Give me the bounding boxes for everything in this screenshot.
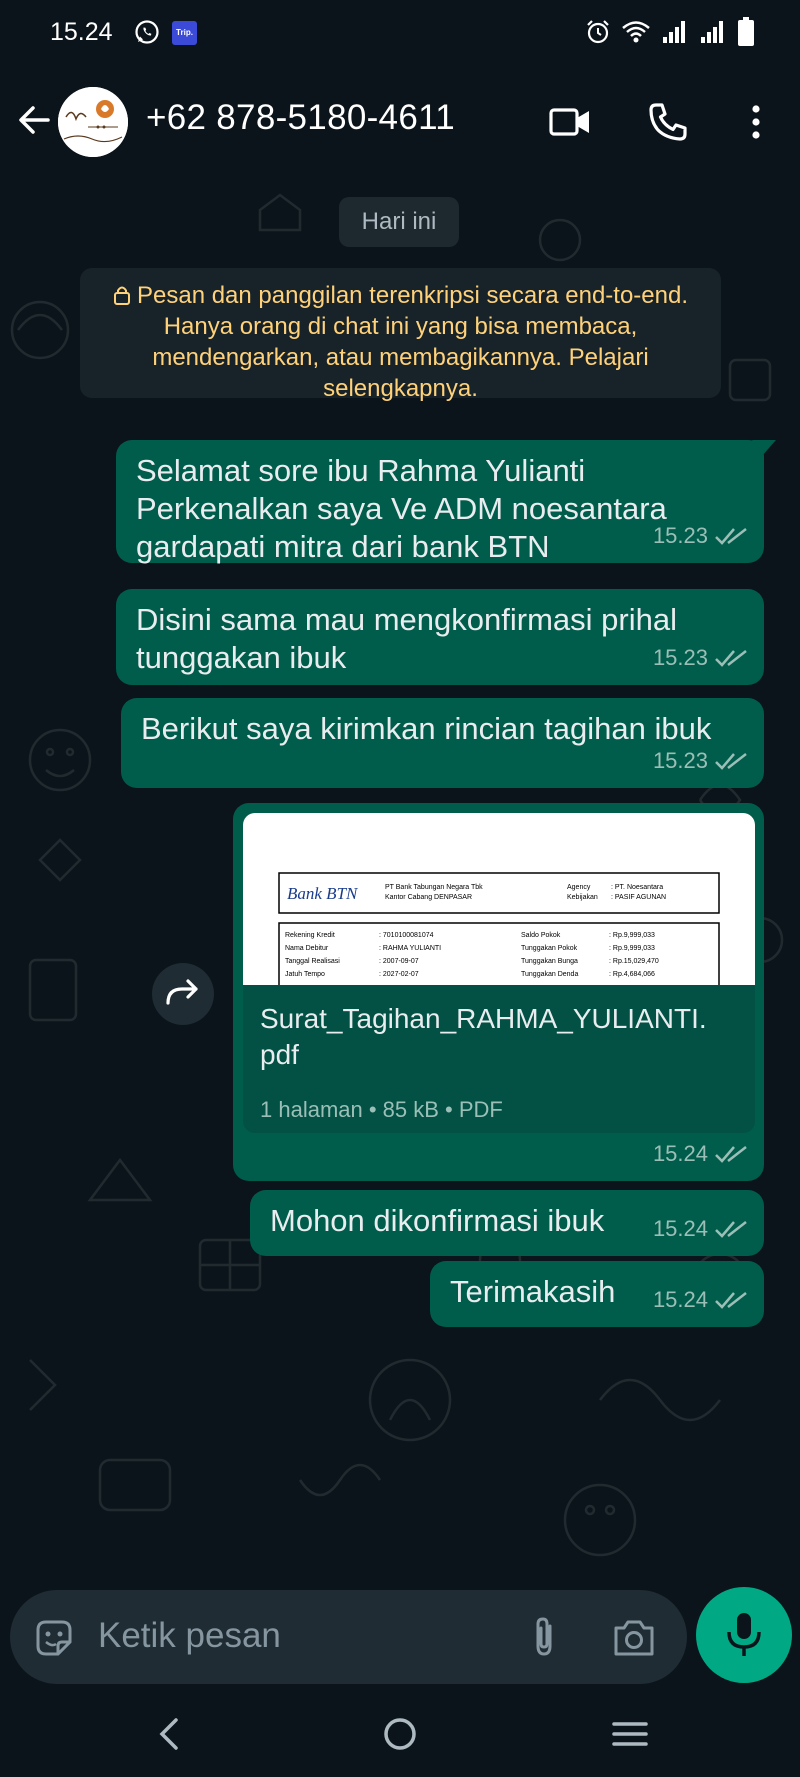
document-filename: Surat_Tagihan_RAHMA_YULIANTI. pdf xyxy=(260,1003,707,1070)
svg-text:: 2027-02-07: : 2027-02-07 xyxy=(379,971,419,978)
svg-text:Bank BTN: Bank BTN xyxy=(287,884,359,903)
svg-text:: Rp.9,999,033: : Rp.9,999,033 xyxy=(609,932,655,939)
document-card[interactable]: Bank BTN PT Bank Tabungan Negara Tbk Kan… xyxy=(243,813,755,1133)
svg-text:: PASIF AGUNAN: : PASIF AGUNAN xyxy=(611,894,666,901)
signal-icon-sim2 xyxy=(701,21,723,43)
back-arrow-icon[interactable] xyxy=(14,100,54,140)
message-time: 15.24 xyxy=(652,1287,708,1312)
bubble-tail xyxy=(752,440,776,456)
encryption-notice-text: Pesan dan panggilan terenkripsi secara e… xyxy=(136,282,689,402)
whatsapp-notification-icon xyxy=(135,20,159,44)
contact-avatar[interactable] xyxy=(58,87,128,157)
message-bubble[interactable]: Mohon dikonfirmasi ibuk 15.24 xyxy=(250,1190,764,1256)
video-call-icon[interactable] xyxy=(548,100,592,144)
chat-header: +62 878-5180-4611 xyxy=(0,62,800,180)
attachment-icon[interactable] xyxy=(524,1614,564,1660)
message-bubble[interactable]: Berikut saya kirimkan rincian tagihan ib… xyxy=(121,698,764,788)
svg-text:Tanggal Realisasi: Tanggal Realisasi xyxy=(285,958,340,965)
nav-recents-icon[interactable] xyxy=(608,1712,652,1756)
alarm-icon xyxy=(587,20,609,44)
forward-button[interactable] xyxy=(152,963,214,1025)
lock-icon xyxy=(113,286,130,305)
document-preview: Bank BTN PT Bank Tabungan Negara Tbk Kan… xyxy=(243,813,755,985)
svg-text:Nama Debitur: Nama Debitur xyxy=(285,945,329,952)
trip-app-notification-icon: Trip. xyxy=(172,21,197,45)
double-check-icon xyxy=(715,1221,747,1238)
date-chip: Hari ini xyxy=(339,197,459,247)
contact-name[interactable]: +62 878-5180-4611 xyxy=(146,98,455,138)
double-check-icon xyxy=(715,753,747,770)
double-check-icon xyxy=(715,528,747,545)
signal-icon-sim1 xyxy=(663,21,685,43)
message-time: 15.24 xyxy=(652,1216,708,1241)
svg-text:Kebijakan: Kebijakan xyxy=(567,894,598,901)
message-text: Berikut saya kirimkan rincian tagihan ib… xyxy=(141,711,712,746)
message-meta: 15.24 xyxy=(653,1281,748,1319)
sticker-emoji-icon[interactable] xyxy=(32,1616,76,1660)
svg-text:: Rp.15,029,470: : Rp.15,029,470 xyxy=(609,958,659,965)
message-time: 15.24 xyxy=(652,1141,708,1166)
message-text: Selamat sore ibu Rahma Yulianti Perkenal… xyxy=(136,453,667,564)
status-icons xyxy=(585,17,755,46)
message-input[interactable]: Ketik pesan xyxy=(10,1590,687,1684)
voice-call-icon[interactable] xyxy=(646,100,690,144)
document-info: 1 halaman • 85 kB • PDF xyxy=(260,1097,503,1122)
camera-icon[interactable] xyxy=(612,1616,656,1658)
svg-text:: RAHMA YULIANTI: : RAHMA YULIANTI xyxy=(379,945,441,952)
message-meta: 15.23 xyxy=(653,639,748,677)
more-options-icon[interactable] xyxy=(734,100,778,144)
svg-text:PT Bank Tabungan Negara Tbk: PT Bank Tabungan Negara Tbk xyxy=(385,884,483,891)
svg-text:Agency: Agency xyxy=(567,884,591,891)
wifi-icon xyxy=(622,21,650,43)
message-input-placeholder: Ketik pesan xyxy=(98,1616,281,1655)
svg-text:: 2007-09-07: : 2007-09-07 xyxy=(379,958,419,965)
message-meta: 15.24 xyxy=(653,1135,748,1173)
double-check-icon xyxy=(715,650,747,667)
message-meta: 15.24 xyxy=(653,1210,748,1248)
encryption-notice[interactable]: Pesan dan panggilan terenkripsi secara e… xyxy=(80,268,721,402)
microphone-icon xyxy=(727,1613,761,1656)
svg-text:Rekening Kredit: Rekening Kredit xyxy=(285,932,335,939)
svg-text:Tunggakan Pokok: Tunggakan Pokok xyxy=(521,945,578,952)
svg-text:Tunggakan Denda: Tunggakan Denda xyxy=(521,971,578,978)
system-navigation-bar xyxy=(0,1690,800,1777)
nav-back-icon[interactable] xyxy=(148,1712,192,1756)
svg-text:: PT. Noesantara: : PT. Noesantara xyxy=(611,884,663,891)
message-bubble[interactable]: Disini sama mau mengkonfirmasi prihal tu… xyxy=(116,589,764,685)
message-time: 15.23 xyxy=(652,523,708,548)
svg-text:: Rp.9,999,033: : Rp.9,999,033 xyxy=(609,945,655,952)
double-check-icon xyxy=(715,1146,747,1163)
chat-area[interactable]: Hari ini Pesan dan panggilan terenkripsi… xyxy=(0,180,800,1590)
message-time: 15.23 xyxy=(652,645,708,670)
forward-icon xyxy=(166,979,198,1005)
svg-text:: 7010100081074: : 7010100081074 xyxy=(379,932,434,939)
message-meta: 15.23 xyxy=(653,742,748,780)
message-text: Disini sama mau mengkonfirmasi prihal tu… xyxy=(136,602,677,675)
message-bubble[interactable]: Terimakasih 15.24 xyxy=(430,1261,764,1327)
svg-text:: Rp.4,684,066: : Rp.4,684,066 xyxy=(609,971,655,978)
message-bubble[interactable]: Selamat sore ibu Rahma Yulianti Perkenal… xyxy=(116,440,776,564)
message-text: Mohon dikonfirmasi ibuk xyxy=(270,1203,605,1238)
nav-home-icon[interactable] xyxy=(378,1712,422,1756)
svg-text:Saldo Pokok: Saldo Pokok xyxy=(521,932,561,939)
battery-icon xyxy=(738,17,754,46)
avatar-logo-icon xyxy=(58,87,128,157)
message-text: Terimakasih xyxy=(450,1274,616,1309)
double-check-icon xyxy=(715,1292,747,1309)
message-meta: 15.23 xyxy=(653,517,748,555)
svg-text:Tunggakan Bunga: Tunggakan Bunga xyxy=(521,958,578,965)
message-time: 15.23 xyxy=(652,748,708,773)
message-input-bar: Ketik pesan xyxy=(0,1587,800,1690)
voice-message-button[interactable] xyxy=(696,1587,792,1683)
svg-text:Jatuh Tempo: Jatuh Tempo xyxy=(285,971,325,978)
status-bar: 15.24 Trip. xyxy=(0,0,800,62)
svg-text:Kantor Cabang DENPASAR: Kantor Cabang DENPASAR xyxy=(385,894,472,901)
pdf-preview-image: Bank BTN PT Bank Tabungan Negara Tbk Kan… xyxy=(278,872,720,985)
document-message-bubble[interactable]: Bank BTN PT Bank Tabungan Negara Tbk Kan… xyxy=(233,803,764,1181)
status-time: 15.24 xyxy=(50,18,113,46)
